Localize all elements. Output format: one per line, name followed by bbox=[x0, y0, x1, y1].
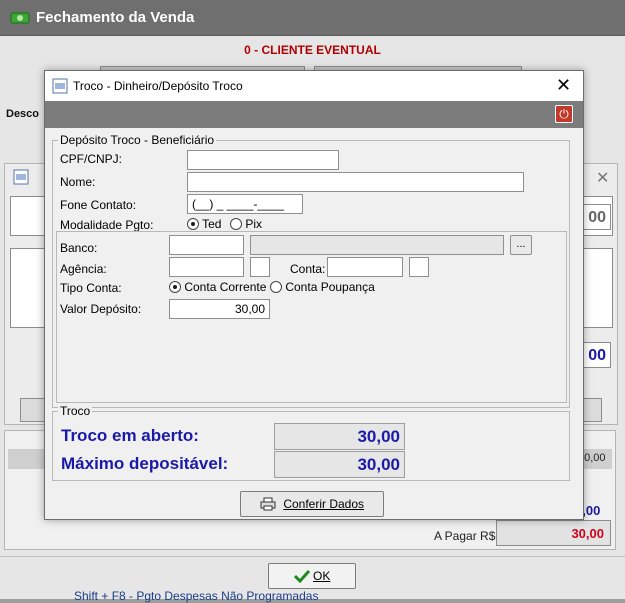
bank-panel bbox=[56, 231, 567, 403]
agencia-dv-input[interactable] bbox=[250, 257, 270, 277]
conta-corrente-option[interactable]: Conta Corrente bbox=[169, 280, 266, 294]
modalidade-ted-option[interactable]: Ted bbox=[187, 217, 221, 231]
dialog-toolbar bbox=[45, 101, 583, 128]
dialog-title: Troco - Dinheiro/Depósito Troco bbox=[73, 79, 243, 93]
cpf-label: CPF/CNPJ: bbox=[60, 152, 123, 166]
main-title: Fechamento da Venda bbox=[36, 9, 195, 26]
agencia-input[interactable] bbox=[169, 257, 244, 277]
client-bar: 0 - CLIENTE EVENTUAL bbox=[0, 36, 625, 66]
a-pagar-value: 30,00 bbox=[496, 520, 611, 546]
nome-label: Nome: bbox=[60, 175, 96, 189]
conta-poupanca-label: Conta Poupança bbox=[285, 280, 375, 294]
conta-poupanca-option[interactable]: Conta Poupança bbox=[270, 280, 375, 294]
banco-code-input[interactable] bbox=[169, 235, 244, 255]
conta-label: Conta: bbox=[290, 262, 326, 276]
fone-label: Fone Contato: bbox=[60, 198, 137, 212]
troco-em-aberto-value: 30,00 bbox=[274, 423, 405, 450]
nome-input[interactable] bbox=[187, 172, 524, 192]
dialog-app-icon bbox=[52, 78, 68, 94]
beneficiario-group-title: Depósito Troco - Beneficiário bbox=[58, 133, 217, 147]
banco-lookup-button[interactable]: ... bbox=[510, 235, 532, 255]
client-name: 0 - CLIENTE EVENTUAL bbox=[244, 43, 381, 57]
background-close-icon: ✕ bbox=[596, 170, 610, 187]
agencia-label: Agência: bbox=[60, 262, 107, 276]
banco-name-field bbox=[250, 235, 504, 255]
valor-deposito-input[interactable]: 30,00 bbox=[169, 299, 270, 319]
maximo-depositavel-label: Máximo depositável: bbox=[61, 454, 229, 473]
ted-label: Ted bbox=[202, 217, 222, 231]
modalidade-pix-option[interactable]: Pix bbox=[230, 217, 262, 231]
conta-poupanca-radio[interactable] bbox=[270, 281, 282, 293]
conta-dv-input[interactable] bbox=[409, 257, 429, 277]
conferir-dados-label: Conferir Dados bbox=[283, 497, 365, 511]
banco-label: Banco: bbox=[60, 241, 98, 255]
troco-em-aberto-label: Troco em aberto: bbox=[61, 426, 199, 445]
troco-group-title: Troco bbox=[58, 404, 93, 418]
conta-input[interactable] bbox=[327, 257, 403, 277]
dialog-title-bar: Troco - Dinheiro/Depósito Troco bbox=[45, 71, 583, 101]
modalidade-label: Modalidade Pgto: bbox=[60, 218, 154, 232]
tipo-conta-label: Tipo Conta: bbox=[60, 281, 122, 295]
valor-deposito-label: Valor Depósito: bbox=[60, 302, 142, 316]
window-app-icon bbox=[13, 169, 29, 185]
ok-button[interactable]: OK bbox=[268, 563, 356, 589]
conta-corrente-radio[interactable] bbox=[169, 281, 181, 293]
power-icon[interactable]: ⏻ bbox=[555, 105, 573, 123]
ok-button-label: OK bbox=[313, 569, 331, 583]
printer-icon bbox=[260, 497, 276, 511]
ted-radio[interactable] bbox=[187, 218, 199, 230]
fone-input[interactable]: (__) _ ____-____ bbox=[187, 194, 303, 214]
conferir-dados-button[interactable]: Conferir Dados bbox=[240, 491, 384, 517]
conta-corrente-label: Conta Corrente bbox=[184, 280, 267, 294]
pix-radio[interactable] bbox=[230, 218, 242, 230]
check-icon bbox=[293, 569, 310, 584]
maximo-depositavel-value: 30,00 bbox=[274, 451, 405, 478]
shortcut-hint: Shift + F8 - Pgto Despesas Não Programad… bbox=[74, 589, 319, 603]
dialog-close-icon[interactable]: ✕ bbox=[556, 75, 571, 96]
main-title-bar: Fechamento da Venda bbox=[0, 0, 625, 36]
cpf-input[interactable] bbox=[187, 150, 339, 170]
desc-label: Desco bbox=[6, 108, 40, 120]
a-pagar-label: A Pagar R$ bbox=[434, 529, 496, 543]
pix-label: Pix bbox=[245, 217, 263, 231]
money-icon bbox=[10, 12, 30, 24]
